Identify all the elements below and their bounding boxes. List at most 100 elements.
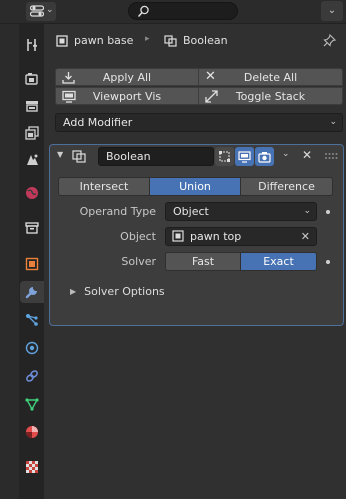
operand-type-dropdown[interactable]: Object ⌄ [165, 202, 317, 221]
properties-header: ⌄ ⌄ [0, 0, 346, 24]
tab-tool[interactable] [20, 34, 44, 56]
solver-exact[interactable]: Exact [240, 252, 317, 271]
breadcrumb-modifier-label: Boolean [183, 34, 228, 47]
collapse-triangle-icon[interactable]: ▼ [57, 150, 63, 159]
tab-collection[interactable] [20, 217, 44, 239]
operation-union-label: Union [179, 180, 211, 193]
operation-difference-label: Difference [258, 180, 315, 193]
solver-fast-label: Fast [191, 255, 215, 268]
chevron-down-icon[interactable]: ⌄ [282, 149, 290, 159]
pin-icon[interactable] [323, 34, 336, 47]
delete-all-button[interactable]: ✕ Delete All [198, 68, 343, 86]
tab-world[interactable] [20, 182, 44, 204]
close-icon[interactable]: ✕ [302, 148, 312, 162]
tab-data[interactable] [20, 393, 44, 415]
monitor-icon [62, 90, 76, 103]
constraints-tab-icon [26, 370, 38, 382]
render-tab-icon [25, 73, 38, 85]
tab-object[interactable] [20, 253, 44, 275]
drag-handle-icon[interactable] [324, 151, 338, 161]
tab-texture[interactable] [20, 456, 44, 478]
object-icon [172, 230, 184, 242]
add-modifier-dropdown[interactable]: Add Modifier ⌄ [55, 113, 343, 132]
tab-view-layer[interactable] [20, 122, 44, 144]
solver-fast[interactable]: Fast [165, 252, 241, 271]
data-tab-icon [25, 398, 39, 411]
operand-type-label: Operand Type [79, 205, 156, 218]
view-layer-tab-icon [25, 126, 39, 140]
operation-difference[interactable]: Difference [240, 177, 333, 196]
object-label: Object [120, 230, 156, 243]
keyframe-dot-icon[interactable] [326, 210, 330, 214]
texture-tab-icon [26, 461, 38, 473]
chevron-down-icon: ⌄ [327, 5, 337, 16]
operand-type-value: Object [173, 205, 209, 218]
tab-output[interactable] [20, 95, 44, 117]
breadcrumb-object: pawn base [56, 34, 133, 47]
modifier-header: ▼ Boolean ⌄ ✕ [50, 145, 343, 168]
breadcrumb: pawn base ▸ Boolean [47, 24, 346, 58]
editor-type-selector[interactable]: ⌄ [26, 2, 56, 21]
tab-particles[interactable] [20, 309, 44, 331]
breadcrumb-separator-icon: ▸ [145, 34, 150, 44]
modifier-tab-icon [25, 287, 37, 299]
close-icon: ✕ [205, 69, 216, 84]
tab-constraints[interactable] [20, 365, 44, 387]
toggle-stack-label: Toggle Stack [235, 89, 306, 103]
viewport-vis-button[interactable]: Viewport Vis [55, 87, 199, 105]
properties-editor-icon [30, 5, 44, 17]
camera-icon [258, 151, 271, 163]
object-icon [56, 34, 68, 47]
world-tab-icon [26, 187, 38, 199]
tab-render[interactable] [20, 68, 44, 90]
search-input[interactable] [128, 2, 238, 20]
apply-all-label: Apply All [102, 70, 152, 84]
tab-modifiers[interactable] [20, 281, 44, 303]
edit-mode-toggle[interactable] [215, 147, 234, 166]
render-toggle[interactable] [255, 147, 274, 166]
object-field[interactable]: pawn top ✕ [165, 227, 317, 246]
chevron-down-icon: ⌄ [303, 206, 311, 216]
tab-physics[interactable] [20, 337, 44, 359]
viewport-toggle[interactable] [235, 147, 254, 166]
output-tab-icon [26, 101, 38, 112]
material-tab-icon [26, 426, 38, 438]
operation-intersect[interactable]: Intersect [58, 177, 150, 196]
tab-bar-gutter [0, 24, 19, 499]
boolean-modifier-panel: ▼ Boolean ⌄ ✕ Intersect Union Difference… [49, 144, 344, 326]
operation-union[interactable]: Union [149, 177, 241, 196]
apply-all-button[interactable]: Apply All [55, 68, 199, 86]
clear-icon[interactable]: ✕ [301, 228, 310, 245]
modifier-name-field[interactable]: Boolean [98, 147, 214, 166]
modifier-name-value: Boolean [106, 150, 151, 163]
toggle-stack-button[interactable]: Toggle Stack [198, 87, 343, 105]
solver-options-label: Solver Options [84, 285, 165, 298]
particles-tab-icon [26, 314, 38, 326]
delete-all-label: Delete All [243, 70, 298, 84]
collection-tab-icon [25, 222, 39, 234]
breadcrumb-object-label: pawn base [74, 34, 134, 47]
monitor-icon [238, 150, 251, 163]
object-tab-icon [25, 257, 39, 271]
viewport-vis-label: Viewport Vis [92, 89, 162, 103]
object-value: pawn top [190, 230, 242, 243]
solver-options-subpanel[interactable]: ▶ Solver Options [70, 285, 165, 298]
tool-tab-icon [27, 39, 38, 51]
expand-arrows-icon [205, 90, 218, 103]
chevron-down-icon: ⌄ [46, 5, 54, 15]
breadcrumb-modifier: Boolean [164, 34, 228, 47]
edit-mode-icon [219, 151, 230, 162]
keyframe-dot-icon[interactable] [326, 260, 330, 264]
search-icon [137, 5, 149, 18]
properties-tab-bar [0, 24, 44, 499]
operation-intersect-label: Intersect [79, 180, 129, 193]
tab-scene[interactable] [20, 149, 44, 171]
chevron-down-icon: ⌄ [329, 117, 337, 127]
add-modifier-label: Add Modifier [63, 116, 133, 129]
scene-tab-icon [27, 154, 38, 165]
properties-panel: pawn base ▸ Boolean Apply All ✕ Delete A… [47, 24, 346, 499]
boolean-modifier-icon [164, 34, 177, 47]
boolean-modifier-icon [72, 150, 86, 163]
tab-material[interactable] [20, 421, 44, 443]
header-options-dropdown[interactable]: ⌄ [321, 1, 343, 21]
